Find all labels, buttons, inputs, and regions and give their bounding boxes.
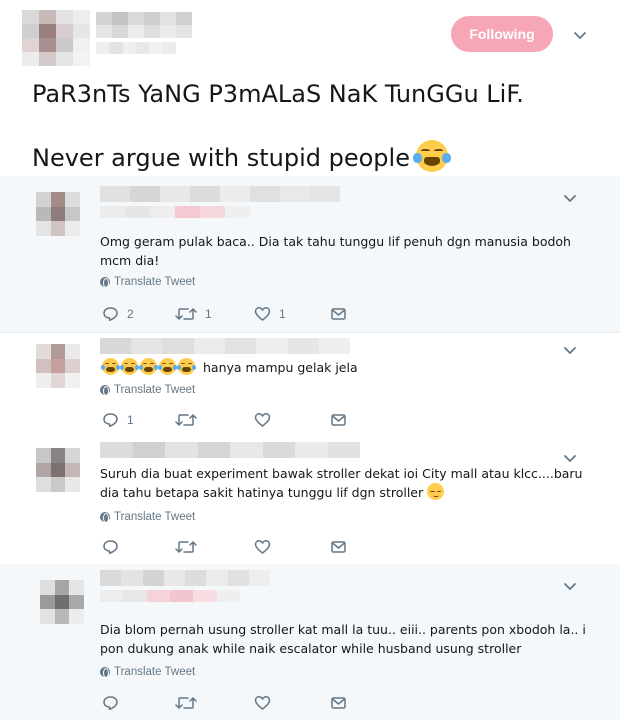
reply-icon: [103, 696, 118, 711]
chevron-down-icon[interactable]: [563, 194, 577, 204]
blurred-avatar[interactable]: [36, 448, 80, 492]
retweet-button[interactable]: [175, 537, 205, 557]
reply-icon: [103, 307, 118, 322]
like-button[interactable]: [254, 693, 279, 713]
reply-button[interactable]: [102, 537, 127, 557]
envelope-icon: [331, 697, 346, 709]
blurred-avatar[interactable]: [22, 10, 90, 66]
reply-tweet[interactable]: hanya mampu gelak jela Translate Tweet 1: [0, 332, 620, 434]
laughing-emoji-icon: [176, 358, 197, 375]
following-button[interactable]: Following: [451, 16, 553, 52]
reply-icon: [103, 413, 118, 428]
chevron-down-icon[interactable]: [563, 454, 577, 464]
retweet-icon: [175, 414, 197, 426]
tweet-header: Following: [0, 0, 620, 70]
reply-tweet[interactable]: Suruh dia buat experiment bawak stroller…: [0, 434, 620, 564]
retweet-button[interactable]: [175, 410, 205, 430]
direct-message-button[interactable]: [330, 537, 347, 557]
translate-label: Translate Tweet: [114, 276, 196, 288]
translate-tweet-link[interactable]: Translate Tweet: [100, 511, 195, 523]
envelope-icon: [331, 541, 346, 553]
heart-icon: [254, 307, 271, 321]
reply-count: 1: [127, 413, 134, 427]
like-count: 1: [279, 307, 286, 321]
globe-icon: [100, 385, 110, 396]
heart-icon: [254, 696, 271, 710]
blurred-display-name[interactable]: [100, 186, 340, 202]
retweet-icon: [175, 541, 197, 553]
reply-text-content: Suruh dia buat experiment bawak stroller…: [100, 466, 583, 500]
laughing-emoji-icon: [100, 358, 121, 375]
blurred-display-name[interactable]: [96, 12, 192, 38]
direct-message-button[interactable]: [330, 693, 347, 713]
translate-tweet-link[interactable]: Translate Tweet: [100, 276, 195, 288]
reply-button[interactable]: 1: [102, 410, 134, 430]
envelope-icon: [331, 308, 346, 320]
retweet-icon: [175, 697, 197, 709]
blurred-handle: [100, 206, 250, 218]
retweet-icon: [175, 308, 197, 320]
chevron-down-icon[interactable]: [563, 346, 577, 356]
reply-tweet[interactable]: Omg geram pulak baca.. Dia tak tahu tung…: [0, 176, 620, 332]
tweet-text-line-2: Never argue with stupid people: [32, 140, 451, 172]
reply-button[interactable]: 2: [102, 304, 134, 324]
like-button[interactable]: [254, 410, 279, 430]
translate-label: Translate Tweet: [114, 666, 196, 678]
translate-tweet-link[interactable]: Translate Tweet: [100, 384, 195, 396]
action-bar: 2 1 1: [102, 304, 362, 324]
chevron-down-icon[interactable]: [573, 31, 587, 41]
tweet-text-line-2-text: Never argue with stupid people: [32, 144, 410, 172]
blurred-avatar[interactable]: [36, 344, 80, 388]
blurred-avatar[interactable]: [36, 192, 80, 236]
reply-text: hanya mampu gelak jela: [100, 358, 590, 377]
direct-message-button[interactable]: [330, 410, 347, 430]
blurred-display-name[interactable]: [100, 338, 350, 354]
blurred-display-name[interactable]: [100, 442, 360, 458]
reply-text-content: hanya mampu gelak jela: [202, 360, 358, 375]
envelope-icon: [331, 414, 346, 426]
blurred-avatar[interactable]: [40, 580, 84, 624]
heart-icon: [254, 540, 271, 554]
blurred-display-name[interactable]: [100, 570, 270, 586]
reply-text: Dia blom pernah usung stroller kat mall …: [100, 622, 586, 656]
reply-count: 2: [127, 307, 134, 321]
globe-icon: [100, 667, 110, 678]
reply-text: Omg geram pulak baca.. Dia tak tahu tung…: [100, 234, 571, 268]
direct-message-button[interactable]: [330, 304, 347, 324]
translate-label: Translate Tweet: [114, 511, 196, 523]
relieved-face-emoji-icon: [427, 483, 445, 500]
action-bar: [102, 693, 362, 713]
retweet-button[interactable]: [175, 693, 205, 713]
blurred-handle: [96, 42, 176, 54]
laughing-emoji-icon: [138, 358, 159, 375]
blurred-handle: [100, 590, 240, 602]
reply-icon: [103, 540, 118, 555]
translate-tweet-link[interactable]: Translate Tweet: [100, 666, 195, 678]
chevron-down-icon[interactable]: [563, 582, 577, 592]
retweet-count: 1: [205, 307, 212, 321]
action-bar: [102, 537, 362, 557]
action-bar: 1: [102, 410, 362, 430]
globe-icon: [100, 277, 110, 288]
laughing-emoji-icon: [119, 358, 140, 375]
reply-button[interactable]: [102, 693, 127, 713]
laughing-emoji-icon: [413, 140, 451, 172]
reply-text: Suruh dia buat experiment bawak stroller…: [100, 464, 590, 502]
tweet-text-line-1: PaR3nTs YaNG P3mALaS NaK TunGGu LiF.: [32, 80, 524, 108]
globe-icon: [100, 512, 110, 523]
retweet-button[interactable]: 1: [175, 304, 212, 324]
heart-icon: [254, 413, 271, 427]
like-button[interactable]: 1: [254, 304, 286, 324]
laughing-emoji-icon: [157, 358, 178, 375]
like-button[interactable]: [254, 537, 279, 557]
translate-label: Translate Tweet: [114, 384, 196, 396]
reply-tweet[interactable]: Dia blom pernah usung stroller kat mall …: [0, 564, 620, 720]
